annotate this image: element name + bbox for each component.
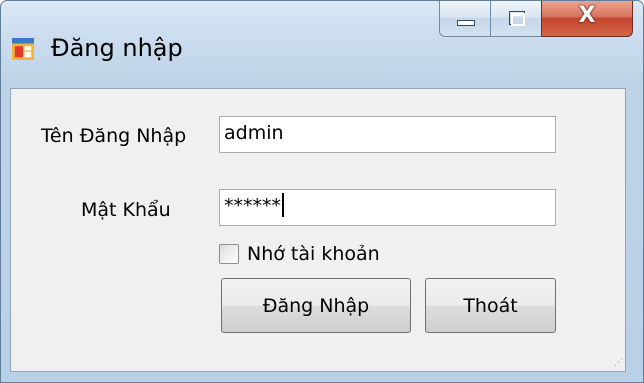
close-button[interactable]: X: [541, 1, 633, 37]
maximize-icon: [509, 11, 525, 26]
username-input[interactable]: admin: [219, 116, 556, 153]
remember-checkbox[interactable]: [219, 244, 239, 264]
exit-button[interactable]: Thoát: [425, 278, 556, 333]
minimize-button[interactable]: [439, 1, 491, 37]
login-window: Đăng nhập X Tên Đăng Nhập admin Mật Khẩu…: [0, 0, 644, 383]
password-value: ******: [224, 195, 281, 217]
text-caret: [282, 193, 284, 217]
login-button[interactable]: Đăng Nhập: [221, 278, 411, 333]
maximize-button[interactable]: [490, 1, 542, 37]
password-input[interactable]: ******: [219, 189, 556, 226]
password-label: Mật Khẩu: [81, 199, 171, 221]
window-title: Đăng nhập: [51, 34, 183, 62]
username-label: Tên Đăng Nhập: [41, 125, 187, 147]
app-form-icon: [12, 38, 34, 60]
form-client-area: Tên Đăng Nhập admin Mật Khẩu ****** Nhớ …: [10, 88, 626, 372]
title-bar[interactable]: Đăng nhập X: [1, 1, 643, 89]
minimize-icon: [457, 20, 475, 26]
caption-buttons: X: [439, 1, 633, 41]
remember-label[interactable]: Nhớ tài khoản: [247, 242, 380, 266]
username-value: admin: [224, 122, 284, 144]
resize-grip[interactable]: ⋰: [611, 357, 623, 369]
close-icon: X: [578, 3, 596, 28]
